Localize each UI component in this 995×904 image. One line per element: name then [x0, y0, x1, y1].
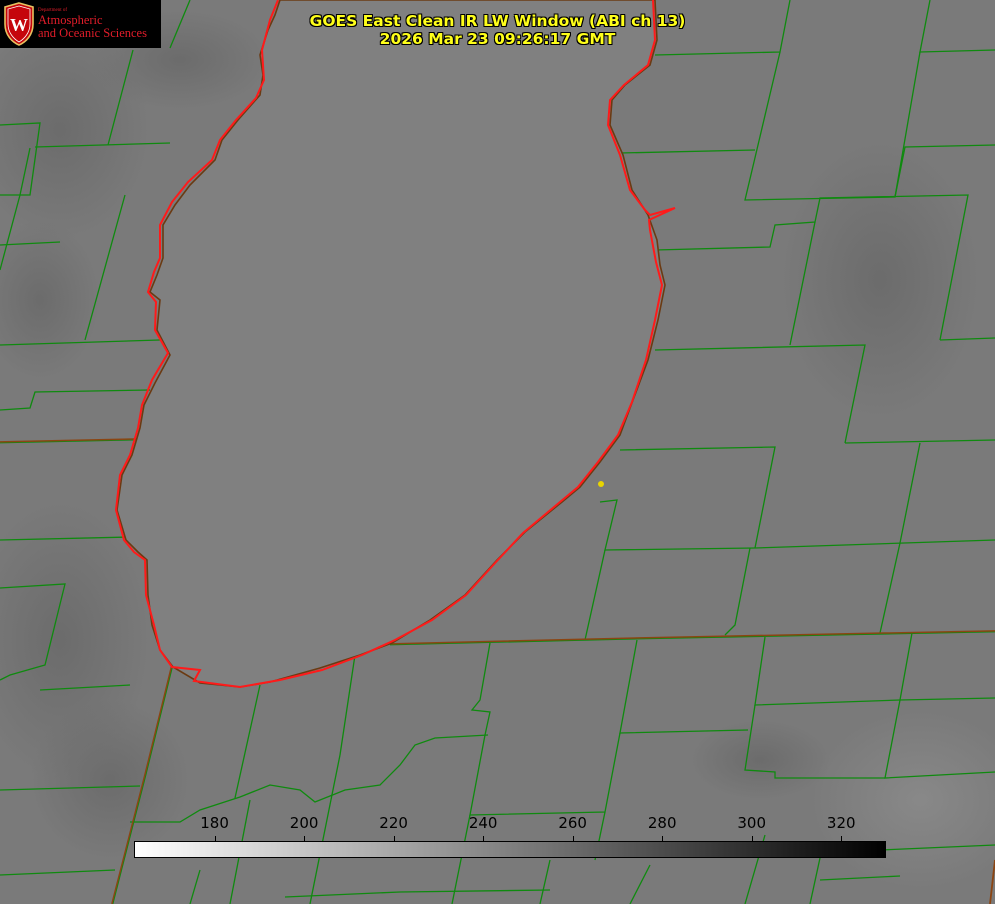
colorbar-tick-label: 220: [379, 814, 408, 832]
image-title-product: GOES East Clean IR LW Window (ABI ch 13): [309, 12, 686, 30]
ir-satellite-map: [0, 0, 995, 904]
colorbar-tick-label: 280: [647, 814, 677, 832]
satellite-image-viewer: W Department of Atmospheric and Oceanic …: [0, 0, 995, 904]
colorbar-tick-label: 200: [289, 814, 319, 832]
image-title: GOES East Clean IR LW Window (ABI ch 13)…: [0, 12, 995, 48]
colorbar-tick-label: 300: [737, 814, 767, 832]
colorbar-tick-label: 320: [826, 814, 856, 832]
image-title-timestamp: 2026 Mar 23 09:26:17 GMT: [379, 30, 616, 48]
colorbar-tick-label: 180: [200, 814, 229, 832]
colorbar-tick-label: 260: [558, 814, 587, 832]
location-marker: [598, 481, 604, 487]
colorbar-tick-label: 240: [468, 814, 498, 832]
colorbar: [134, 841, 886, 858]
colorbar-ticks: 180 200 220 240 260 280 300 320: [0, 814, 995, 843]
